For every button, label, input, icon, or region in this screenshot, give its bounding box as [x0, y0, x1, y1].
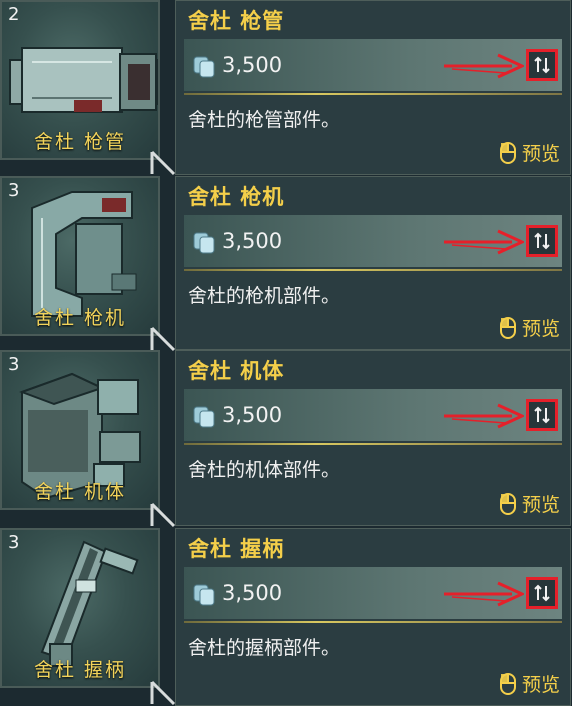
red-arrow-icon	[444, 581, 524, 607]
item-description: 舍杜的握柄部件。	[188, 637, 341, 659]
thumb-label: 舍杜 枪机	[33, 307, 127, 329]
divider	[184, 269, 562, 271]
mouse-icon	[499, 316, 516, 339]
red-arrow-icon	[444, 403, 524, 429]
swap-button[interactable]	[526, 49, 558, 81]
price-band: 3,500	[184, 215, 562, 267]
swap-button[interactable]	[526, 225, 558, 257]
price-band: 3,500	[184, 389, 562, 441]
item-thumbnail[interactable]: 3 舍杜 握柄	[0, 528, 160, 688]
coin-stack-icon	[193, 232, 215, 254]
mouse-icon	[499, 141, 516, 164]
item-thumbnail[interactable]: 2 舍杜 枪管	[0, 0, 160, 160]
preview-label: 预览	[521, 494, 560, 516]
cursor-corner-icon	[150, 326, 176, 352]
item-panel: 舍杜 机体 3,500 舍杜的机体部件。 预览	[175, 350, 571, 526]
swap-icon	[534, 584, 550, 602]
swap-button[interactable]	[526, 577, 558, 609]
mouse-icon	[499, 492, 516, 515]
thumb-label: 舍杜 握柄	[33, 659, 127, 681]
item-row[interactable]: 3 舍杜 枪机 舍杜 枪机 3,500 舍杜的枪机部件。 预览	[0, 176, 572, 352]
thumb-label: 舍杜 机体	[33, 481, 127, 503]
coin-stack-icon	[193, 584, 215, 606]
preview-button[interactable]: 预览	[499, 490, 560, 517]
coin-stack-icon	[193, 56, 215, 78]
item-panel: 舍杜 握柄 3,500 舍杜的握柄部件。 预览	[175, 528, 571, 706]
item-title: 舍杜 枪管	[188, 9, 285, 33]
item-thumbnail[interactable]: 3 舍杜 机体	[0, 350, 160, 510]
preview-button[interactable]: 预览	[499, 670, 560, 697]
preview-button[interactable]: 预览	[499, 314, 560, 341]
item-title: 舍杜 握柄	[188, 537, 285, 561]
item-row[interactable]: 2 舍杜 枪管 舍杜 枪管 3,500 舍杜的枪管部件。 预览	[0, 0, 572, 176]
swap-icon	[534, 56, 550, 74]
red-arrow-icon	[444, 53, 524, 79]
item-price: 3,500	[222, 403, 283, 427]
divider	[184, 93, 562, 95]
price-band: 3,500	[184, 567, 562, 619]
thumb-label: 舍杜 枪管	[33, 131, 127, 153]
cursor-corner-icon	[150, 150, 176, 176]
price-band: 3,500	[184, 39, 562, 91]
cursor-corner-icon	[150, 680, 176, 706]
divider	[184, 443, 562, 445]
mouse-icon	[499, 672, 516, 695]
item-description: 舍杜的机体部件。	[188, 459, 341, 481]
preview-label: 预览	[521, 143, 560, 165]
preview-label: 预览	[521, 318, 560, 340]
item-row[interactable]: 3 舍杜 机体 舍杜 机体 3,500 舍杜的机体部件。 预览	[0, 350, 572, 528]
cursor-corner-icon	[150, 502, 176, 528]
item-price: 3,500	[222, 229, 283, 253]
item-panel: 舍杜 枪机 3,500 舍杜的枪机部件。 预览	[175, 176, 571, 350]
preview-label: 预览	[521, 674, 560, 696]
item-title: 舍杜 机体	[188, 359, 285, 383]
swap-button[interactable]	[526, 399, 558, 431]
item-panel: 舍杜 枪管 3,500 舍杜的枪管部件。 预览	[175, 0, 571, 175]
preview-button[interactable]: 预览	[499, 139, 560, 166]
item-description: 舍杜的枪机部件。	[188, 285, 341, 307]
swap-icon	[534, 232, 550, 250]
coin-stack-icon	[193, 406, 215, 428]
divider	[184, 621, 562, 623]
item-title: 舍杜 枪机	[188, 185, 285, 209]
item-description: 舍杜的枪管部件。	[188, 109, 341, 131]
item-row[interactable]: 3 舍杜 握柄 舍杜 握柄 3,500 舍杜的握柄部件。 预览	[0, 528, 572, 706]
swap-icon	[534, 406, 550, 424]
red-arrow-icon	[444, 229, 524, 255]
item-price: 3,500	[222, 53, 283, 77]
item-price: 3,500	[222, 581, 283, 605]
item-thumbnail[interactable]: 3 舍杜 枪机	[0, 176, 160, 336]
